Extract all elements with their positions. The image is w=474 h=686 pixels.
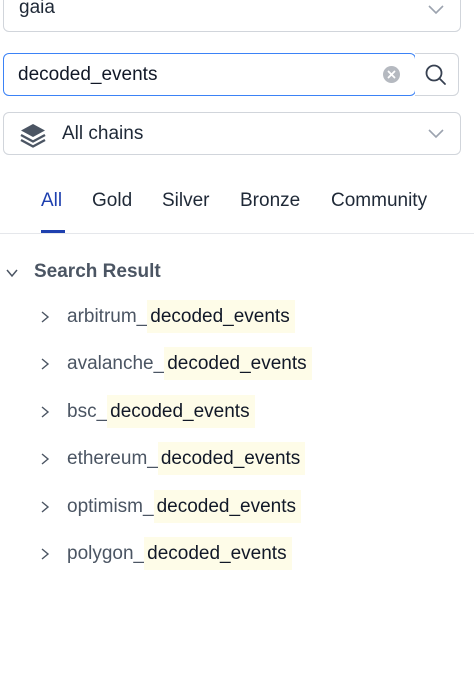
chain-select-value: All chains [62, 123, 144, 144]
tree-item-label: ethereum_ decoded_events [67, 442, 306, 475]
search-input[interactable] [18, 62, 368, 88]
tree-item-avalanche[interactable]: avalanche_ decoded_events [0, 347, 474, 392]
tree-item-label: bsc_ decoded_events [67, 395, 255, 428]
chevron-right-icon[interactable] [39, 405, 51, 419]
tree-item-label: polygon_ decoded_events [67, 537, 292, 570]
chevron-right-icon[interactable] [39, 310, 51, 324]
search-box [3, 53, 416, 96]
tab-all[interactable]: All [41, 190, 62, 212]
tree-item-ethereum[interactable]: ethereum_ decoded_events [0, 442, 474, 487]
chevron-down-icon[interactable] [5, 266, 19, 280]
search-result-heading[interactable]: Search Result [34, 261, 161, 283]
tree-item-label: optimism_ decoded_events [67, 490, 302, 523]
active-tab-indicator [41, 230, 65, 233]
clear-icon[interactable] [383, 66, 400, 83]
search-button[interactable] [415, 53, 459, 96]
tree-item-label: avalanche_ decoded_events [67, 347, 312, 380]
tree-item-label: arbitrum_ decoded_events [67, 300, 295, 333]
search-icon [425, 64, 446, 85]
chevron-right-icon[interactable] [39, 547, 51, 561]
tier-tabs: All Gold Silver Bronze Community [0, 175, 474, 234]
database-select[interactable]: gaia [3, 0, 461, 32]
tab-community[interactable]: Community [331, 190, 427, 212]
chevron-right-icon[interactable] [39, 452, 51, 466]
tab-silver[interactable]: Silver [162, 190, 210, 212]
tree-item-bsc[interactable]: bsc_ decoded_events [0, 395, 474, 440]
chevron-right-icon[interactable] [39, 500, 51, 514]
database-select-value: gaia [19, 0, 55, 18]
tree-item-optimism[interactable]: optimism_ decoded_events [0, 490, 474, 535]
chevron-right-icon[interactable] [39, 357, 51, 371]
tree-item-polygon[interactable]: polygon_ decoded_events [0, 537, 474, 582]
tab-bronze[interactable]: Bronze [240, 190, 300, 212]
chevron-down-icon [428, 5, 444, 15]
tab-gold[interactable]: Gold [92, 190, 132, 212]
chevron-down-icon [428, 129, 444, 139]
chain-select[interactable]: All chains [3, 112, 461, 155]
tree-item-arbitrum[interactable]: arbitrum_ decoded_events [0, 300, 474, 345]
layers-icon [20, 124, 46, 148]
